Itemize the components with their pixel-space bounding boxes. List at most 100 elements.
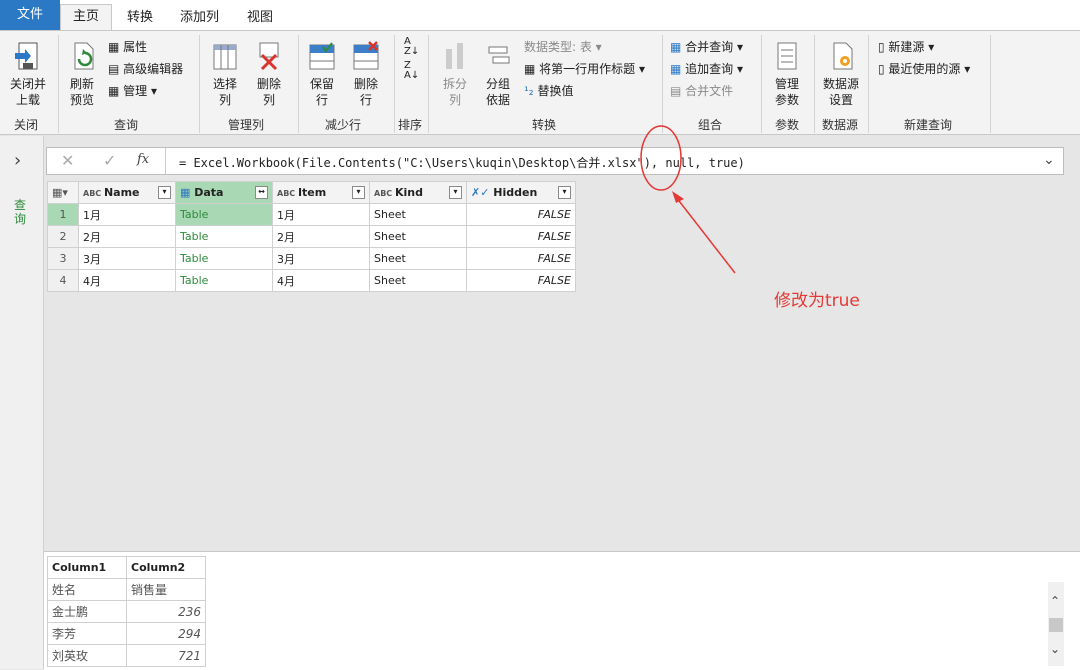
row-number[interactable]: 4 <box>47 269 79 292</box>
append-queries-button[interactable]: ▦ 追加查询 ▾ <box>670 61 743 77</box>
remove-columns-button[interactable]: 删除 列 <box>249 39 289 108</box>
table-row[interactable]: 2 2月 Table 2月 Sheet FALSE <box>47 225 576 248</box>
cell-hidden[interactable]: FALSE <box>466 247 576 270</box>
close-and-load-button[interactable]: 关闭并 上载 <box>4 39 52 108</box>
tab-add-column[interactable]: 添加列 <box>180 6 219 25</box>
cell-kind[interactable]: Sheet <box>369 247 467 270</box>
boolean-type-icon: ✗✓ <box>471 186 494 199</box>
cell-kind[interactable]: Sheet <box>369 225 467 248</box>
cell-kind[interactable]: Sheet <box>369 269 467 292</box>
table-row[interactable]: 3 3月 Table 3月 Sheet FALSE <box>47 247 576 270</box>
preview-table: Column1 Column2 姓名 销售量 金士鹏 236 李芳 294 刘英… <box>47 556 206 667</box>
data-type-dropdown[interactable]: 数据类型: 表 ▾ <box>524 39 602 55</box>
cancel-icon[interactable]: ✕ <box>61 151 74 170</box>
refresh-icon <box>74 42 94 70</box>
group-sort-label: 排序 <box>398 118 423 132</box>
merge-queries-button[interactable]: ▦ 合并查询 ▾ <box>670 39 743 55</box>
cell-data-link[interactable]: Table <box>175 225 273 248</box>
column-header-name[interactable]: ABC Name ▾ <box>78 181 176 204</box>
cell-item[interactable]: 2月 <box>272 225 370 248</box>
text-type-icon: ABC <box>277 189 298 198</box>
table-row[interactable]: 1 1月 Table 1月 Sheet FALSE <box>47 203 576 226</box>
manage-parameters-button[interactable]: 管理 参数 <box>765 39 809 108</box>
preview-cell: 721 <box>126 644 206 667</box>
group-by-button[interactable]: 分组 依据 <box>478 39 518 108</box>
cell-name[interactable]: 3月 <box>78 247 176 270</box>
preview-header[interactable]: Column2 <box>126 556 206 579</box>
cell-hidden[interactable]: FALSE <box>466 203 576 226</box>
filter-dropdown-icon[interactable]: ▾ <box>449 186 462 199</box>
ribbon: 关闭并 上载 关闭 刷新 预览 ▦ 属性 ▤ 高级编辑器 ▦ 管理 ▾ 查询 选… <box>0 30 1080 135</box>
cell-data-link[interactable]: Table <box>175 247 273 270</box>
close-load-label: 关闭并 上载 <box>9 77 46 107</box>
cell-name[interactable]: 2月 <box>78 225 176 248</box>
scroll-up-icon[interactable]: ⌃ <box>1050 594 1060 608</box>
filter-dropdown-icon[interactable]: ▾ <box>352 186 365 199</box>
cell-item[interactable]: 3月 <box>272 247 370 270</box>
filter-dropdown-icon[interactable]: ▾ <box>158 186 171 199</box>
column-header-data[interactable]: ▦ Data ↔ <box>175 181 273 204</box>
column-header-kind[interactable]: ABC Kind ▾ <box>369 181 467 204</box>
chevron-down-icon: ▾ <box>733 62 744 76</box>
confirm-icon[interactable]: ✓ <box>103 151 116 170</box>
remove-rows-button[interactable]: 删除 行 <box>346 39 386 108</box>
cell-item[interactable]: 4月 <box>272 269 370 292</box>
recent-sources-button[interactable]: ▯ 最近使用的源 ▾ <box>878 61 970 77</box>
replace-values-button[interactable]: ¹₂ 替换值 <box>524 83 573 99</box>
manage-button[interactable]: ▦ 管理 ▾ <box>108 83 157 99</box>
datasource-settings-button[interactable]: 数据源 设置 <box>818 39 864 108</box>
column-header-item[interactable]: ABC Item ▾ <box>272 181 370 204</box>
table-header-icon: ▦ <box>524 62 540 76</box>
tab-transform[interactable]: 转换 <box>127 6 153 25</box>
table-row: 姓名 销售量 <box>47 578 206 601</box>
split-column-label: 拆分 列 <box>442 77 467 107</box>
cell-hidden[interactable]: FALSE <box>466 225 576 248</box>
sort-descending-icon[interactable]: Z A↓ <box>404 61 419 81</box>
split-column-button[interactable]: 拆分 列 <box>436 39 474 108</box>
sort-ascending-icon[interactable]: A Z↓ <box>404 37 419 57</box>
tab-home[interactable]: 主页 <box>60 4 112 30</box>
cell-data-link[interactable]: Table <box>175 203 273 226</box>
row-number[interactable]: 1 <box>47 203 79 226</box>
row-number[interactable]: 3 <box>47 247 79 270</box>
advanced-editor-button[interactable]: ▤ 高级编辑器 <box>108 61 183 77</box>
scroll-down-icon[interactable]: ⌄ <box>1050 642 1060 656</box>
preview-header[interactable]: Column1 <box>47 556 127 579</box>
cell-hidden[interactable]: FALSE <box>466 269 576 292</box>
preview-cell: 236 <box>126 600 206 623</box>
tab-view[interactable]: 视图 <box>247 6 273 25</box>
annotation-text: 修改为true <box>774 291 860 311</box>
filter-dropdown-icon[interactable]: ▾ <box>558 186 571 199</box>
cell-name[interactable]: 1月 <box>78 203 176 226</box>
file-tab[interactable]: 文件 <box>0 0 60 30</box>
preview-scrollbar[interactable]: ⌃ ⌄ <box>1048 582 1064 666</box>
properties-icon: ▦ <box>108 40 124 54</box>
table-row[interactable]: 4 4月 Table 4月 Sheet FALSE <box>47 269 576 292</box>
table-menu-icon[interactable]: ▦▾ <box>47 181 79 204</box>
cell-item[interactable]: 1月 <box>272 203 370 226</box>
column-header-hidden[interactable]: ✗✓ Hidden ▾ <box>466 181 576 204</box>
scroll-thumb[interactable] <box>1049 618 1063 632</box>
data-grid: ▦▾ ABC Name ▾ ▦ Data ↔ ABC Item ▾ ABC Kind ▾… <box>47 181 576 292</box>
keep-rows-button[interactable]: 保留 行 <box>302 39 342 108</box>
fx-icon[interactable]: fx <box>137 152 149 167</box>
expand-chevron-icon[interactable]: › <box>14 150 21 171</box>
text-type-icon: ABC <box>374 189 395 198</box>
refresh-preview-button[interactable]: 刷新 预览 <box>62 39 102 108</box>
first-row-header-button[interactable]: ▦ 将第一行用作标题 ▾ <box>524 61 645 77</box>
preview-cell: 金士鹏 <box>47 600 127 623</box>
new-source-button[interactable]: ▯ 新建源 ▾ <box>878 39 934 55</box>
properties-button[interactable]: ▦ 属性 <box>108 39 147 55</box>
preview-cell: 销售量 <box>126 578 206 601</box>
keep-rows-icon <box>309 42 335 70</box>
cell-name[interactable]: 4月 <box>78 269 176 292</box>
remove-rows-icon <box>353 41 379 70</box>
chevron-down-icon[interactable]: ⌄ <box>1043 152 1055 168</box>
cell-kind[interactable]: Sheet <box>369 203 467 226</box>
choose-columns-button[interactable]: 选择 列 <box>205 39 245 108</box>
cell-data-link[interactable]: Table <box>175 269 273 292</box>
row-number[interactable]: 2 <box>47 225 79 248</box>
queries-pane-label[interactable]: 查询 <box>14 198 28 226</box>
expand-column-icon[interactable]: ↔ <box>255 186 268 199</box>
combine-files-button[interactable]: ▤ 合并文件 <box>670 83 733 99</box>
